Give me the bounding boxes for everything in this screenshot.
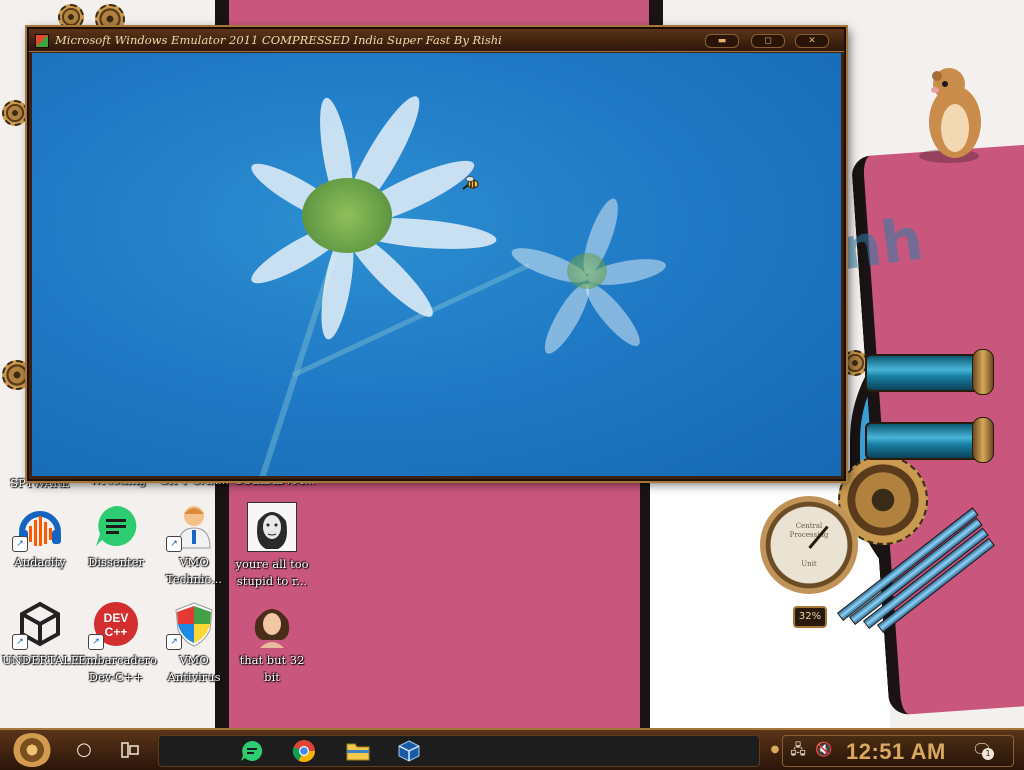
- shortcut-arrow-icon: ↗: [88, 634, 104, 650]
- gear-icon: [2, 100, 28, 126]
- gauge-caption-mid: Processing: [789, 531, 829, 539]
- cortana-circle-icon[interactable]: ○: [72, 738, 96, 762]
- steampunk-tube: [865, 422, 989, 460]
- chrome-icon[interactable]: [291, 739, 317, 763]
- portrait-lady-icon: [248, 600, 296, 648]
- dissenter-icon[interactable]: [239, 739, 265, 763]
- svg-text:DEV: DEV: [104, 611, 129, 625]
- task-view-icon[interactable]: [118, 738, 142, 762]
- taskbar-apps-area: [158, 735, 760, 767]
- notification-count-badge: 1: [982, 748, 994, 760]
- shield-icon: ↗: [166, 600, 218, 650]
- steampunk-tube: [865, 354, 989, 392]
- shortcut-arrow-icon: ↗: [12, 634, 28, 650]
- shortcut-arrow-icon: ↗: [166, 536, 182, 552]
- shortcut-arrow-icon: ↗: [12, 536, 28, 552]
- bee-cursor-icon: [462, 176, 479, 190]
- desktop-icon-label: Dissenter: [88, 555, 144, 569]
- desktop-icon-audacity[interactable]: ↗ Audacity: [2, 502, 78, 571]
- desktop-icon-label: that but 32 bit: [239, 653, 305, 684]
- window-title: Microsoft Windows Emulator 2011 COMPRESS…: [55, 33, 502, 47]
- desktop-icon-vmo-antivirus[interactable]: ↗ VMO Antivirus: [156, 600, 232, 686]
- desktop-icon-label: UNDERTALE: [2, 653, 80, 667]
- maximize-icon: ◻: [764, 36, 772, 46]
- steampunk-tube-cap: [972, 349, 994, 395]
- flower-petal: [537, 278, 597, 359]
- network-icon[interactable]: 🖧: [786, 738, 810, 762]
- hamster-mascot-icon: [919, 68, 981, 163]
- flower-center: [567, 253, 607, 289]
- desktop-icon-label: Embarcadero Dev-C++: [78, 653, 157, 684]
- desktop-icon-label: youre all too stupid to r...: [235, 557, 309, 588]
- portrait-icon: [247, 502, 297, 552]
- steampunk-tube-cap: [972, 417, 994, 463]
- close-icon: ✕: [808, 36, 816, 46]
- svg-text:C++: C++: [105, 625, 128, 639]
- taskbar: ○ ● 🖧 🔇 12:51 AM 🗨 1: [0, 728, 1024, 770]
- desktop-icon-portrait-lady[interactable]: that but 32 bit: [234, 600, 310, 686]
- file-explorer-icon[interactable]: [345, 739, 371, 763]
- audacity-icon: ↗: [12, 502, 64, 552]
- notification-center-icon[interactable]: 🗨 1: [970, 738, 994, 762]
- flower-center: [302, 178, 392, 253]
- shortcut-arrow-icon: ↗: [166, 634, 182, 650]
- window-titlebar[interactable]: Microsoft Windows Emulator 2011 COMPRESS…: [29, 29, 844, 52]
- desktop-icon-portrait[interactable]: youre all too stupid to r...: [234, 502, 310, 590]
- maximize-button[interactable]: ◻: [751, 34, 785, 48]
- desktop-icon-undertale[interactable]: ↗ UNDERTALE: [2, 600, 80, 669]
- desktop-icon-label: VMO Antivirus: [167, 653, 221, 684]
- desktop-icon-label: VMO Technic...: [166, 555, 222, 586]
- unity-icon: ↗: [12, 600, 64, 650]
- emulator-window[interactable]: Microsoft Windows Emulator 2011 COMPRESS…: [27, 27, 846, 481]
- volume-muted-icon[interactable]: 🔇: [812, 738, 836, 762]
- start-orb-icon[interactable]: [12, 733, 52, 767]
- close-button[interactable]: ✕: [795, 34, 829, 48]
- cpu-gauge: Central Processing Unit: [760, 496, 858, 594]
- minimize-icon: ▬: [717, 36, 727, 46]
- desktop-icon-label: Audacity: [14, 555, 66, 569]
- app-icon[interactable]: [35, 34, 49, 48]
- devcpp-icon: DEV C++ ↗: [88, 600, 140, 650]
- virtualbox-icon[interactable]: [396, 739, 422, 763]
- gauge-caption-bottom: Unit: [801, 560, 817, 568]
- vmo-technician-icon: ↗: [166, 502, 218, 552]
- minimize-button[interactable]: ▬: [705, 34, 739, 48]
- desktop-icon-devcpp[interactable]: DEV C++ ↗ Embarcadero Dev-C++: [78, 600, 157, 686]
- emulator-screen[interactable]: [32, 53, 841, 476]
- taskbar-clock[interactable]: 12:51 AM: [846, 739, 946, 765]
- desktop-icon-dissenter[interactable]: Dissenter: [78, 502, 154, 571]
- wallpaper-text-fragment: nh: [835, 204, 927, 284]
- gauge-caption-top: Central: [795, 522, 823, 530]
- dissenter-icon: [92, 502, 140, 550]
- cpu-percent-readout: 32%: [793, 606, 827, 628]
- desktop-icon-vmo-technician[interactable]: ↗ VMO Technic...: [156, 502, 232, 588]
